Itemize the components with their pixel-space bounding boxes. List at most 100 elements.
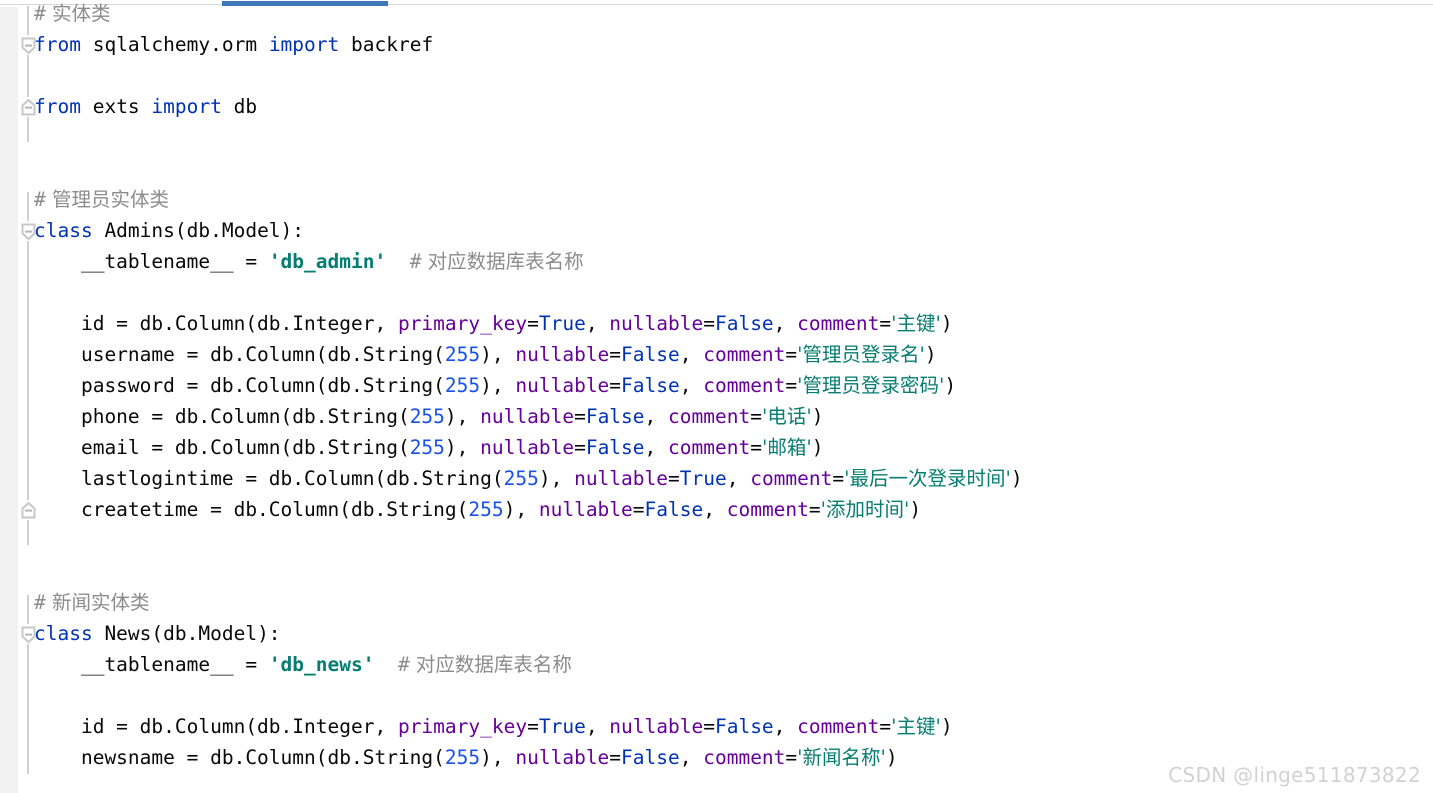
code-token-const: False — [714, 312, 774, 335]
code-line[interactable]: __tablename__ = 'db_news' # 对应数据库表名称 — [34, 649, 572, 680]
code-line[interactable]: phone = db.Column(db.String(255), nullab… — [34, 401, 823, 432]
code-line[interactable]: from sqlalchemy.orm import backref — [34, 29, 433, 60]
code-token-plain: db — [221, 95, 258, 118]
code-token-plain: ), — [503, 498, 539, 521]
code-token-kw: class — [34, 219, 93, 242]
code-token-plain: = — [832, 467, 845, 490]
code-token-kwarg: comment — [703, 746, 786, 769]
code-line[interactable]: # 实体类 — [34, 0, 110, 29]
code-token-plain: = — [879, 312, 892, 335]
code-token-plain: = — [609, 343, 622, 366]
code-token-plain: , — [773, 312, 798, 335]
code-token-kwarg: nullable — [574, 467, 668, 490]
code-token-kwarg: nullable — [480, 405, 575, 428]
code-token-plain: = — [609, 746, 622, 769]
code-token-const: True — [679, 467, 727, 490]
code-token-str-b: 'db_admin' — [268, 250, 387, 273]
code-line[interactable]: id = db.Column(db.Integer, primary_key=T… — [34, 308, 953, 339]
code-token-const: False — [714, 715, 774, 738]
code-token-num: 255 — [409, 405, 445, 428]
code-token-kw: import — [151, 95, 222, 118]
code-token-kw: from — [34, 33, 81, 56]
code-token-plain: = — [574, 405, 586, 428]
code-token-plain: ) — [940, 715, 953, 738]
code-token-plain: ), — [480, 746, 516, 769]
code-token-const: False — [585, 436, 645, 459]
code-token-plain: , — [726, 467, 751, 490]
code-token-comment-cjk: 管理员实体类 — [45, 188, 169, 211]
code-token-comment: # — [409, 250, 422, 273]
csdn-watermark: CSDN @linge511873822 — [1168, 763, 1421, 787]
code-token-str-cjk: '主键' — [891, 312, 941, 335]
code-token-plain: = — [527, 312, 539, 335]
code-token-comment: # — [34, 591, 46, 614]
code-token-plain: Admins(db.Model): — [92, 219, 305, 242]
code-token-plain: = — [785, 374, 798, 397]
code-line[interactable]: lastlogintime = db.Column(db.String(255)… — [34, 463, 1023, 494]
code-token-plain: backref — [339, 33, 434, 56]
code-token-kwarg: nullable — [538, 498, 633, 521]
code-token-kwarg: nullable — [480, 436, 575, 459]
code-line[interactable]: class News(db.Model): — [34, 618, 281, 649]
code-line[interactable]: from exts import db — [34, 91, 257, 122]
code-token-str-cjk: '管理员登录密码' — [797, 374, 945, 397]
code-line[interactable]: password = db.Column(db.String(255), nul… — [34, 370, 956, 401]
code-token-kwarg: comment — [703, 343, 786, 366]
code-token-plain: ) — [811, 405, 824, 428]
code-token-num: 255 — [444, 746, 481, 769]
code-token-kwarg: comment — [668, 436, 751, 459]
code-token-plain: = — [750, 436, 762, 459]
code-token-plain: = — [750, 405, 762, 428]
code-token-kwarg: comment — [668, 405, 751, 428]
code-token-plain: = — [632, 498, 645, 521]
code-line[interactable]: # 新闻实体类 — [34, 587, 149, 618]
code-token-kwarg: comment — [797, 312, 880, 335]
code-token-plain: , — [703, 498, 727, 521]
code-token-plain: ), — [444, 436, 481, 459]
code-line[interactable]: id = db.Column(db.Integer, primary_key=T… — [34, 711, 953, 742]
tab-strip-divider — [0, 4, 1433, 5]
code-token-plain: createtime = db.Column(db.String( — [34, 498, 469, 521]
code-token-const: True — [538, 715, 586, 738]
code-token-str-b: 'db_news' — [268, 653, 375, 676]
code-token-plain: __tablename__ = — [34, 250, 269, 273]
code-token-plain: username = db.Column(db.String( — [34, 343, 445, 366]
code-token-num: 255 — [444, 343, 481, 366]
code-token-kw: import — [268, 33, 340, 56]
code-token-plain: password = db.Column(db.String( — [34, 374, 445, 397]
code-token-plain: News(db.Model): — [92, 622, 281, 645]
code-token-comment: # — [397, 653, 410, 676]
code-token-comment: # — [34, 188, 46, 211]
code-line[interactable]: email = db.Column(db.String(255), nullab… — [34, 432, 823, 463]
code-token-plain: ) — [1010, 467, 1023, 490]
code-token-plain: , — [679, 374, 704, 397]
code-line[interactable]: class Admins(db.Model): — [34, 215, 304, 246]
code-token-num: 255 — [468, 498, 504, 521]
code-token-str-cjk: '新闻名称' — [797, 746, 886, 769]
code-line[interactable]: # 管理员实体类 — [34, 184, 169, 215]
code-line[interactable]: username = db.Column(db.String(255), nul… — [34, 339, 937, 370]
code-token-plain: , — [773, 715, 798, 738]
code-token-kwarg: nullable — [515, 746, 610, 769]
code-token-plain: sqlalchemy.orm — [80, 33, 269, 56]
code-editor-window: # 实体类 from sqlalchemy.orm import backref f… — [0, 0, 1433, 793]
code-token-kwarg: nullable — [515, 374, 610, 397]
code-token-kw: class — [34, 622, 93, 645]
code-token-const: False — [644, 498, 704, 521]
code-token-str-cjk: '电话' — [761, 405, 812, 428]
active-tab-underline[interactable] — [222, 1, 388, 6]
code-token-kwarg: comment — [797, 715, 880, 738]
code-token-plain: ) — [885, 746, 898, 769]
code-line[interactable]: newsname = db.Column(db.String(255), nul… — [34, 742, 898, 773]
code-token-plain: = — [785, 746, 798, 769]
code-token-num: 255 — [444, 374, 481, 397]
code-token-plain: ) — [811, 436, 824, 459]
code-token-comment-cjk: 对应数据库表名称 — [421, 250, 584, 273]
code-token-plain: ) — [944, 374, 957, 397]
code-token-plain: __tablename__ = — [34, 653, 269, 676]
code-line[interactable]: createtime = db.Column(db.String(255), n… — [34, 494, 921, 525]
code-text-area[interactable]: # 实体类 from sqlalchemy.orm import backref f… — [0, 2, 1433, 793]
code-line[interactable]: __tablename__ = 'db_admin' # 对应数据库表名称 — [34, 246, 584, 277]
code-token-plain: , — [679, 343, 704, 366]
